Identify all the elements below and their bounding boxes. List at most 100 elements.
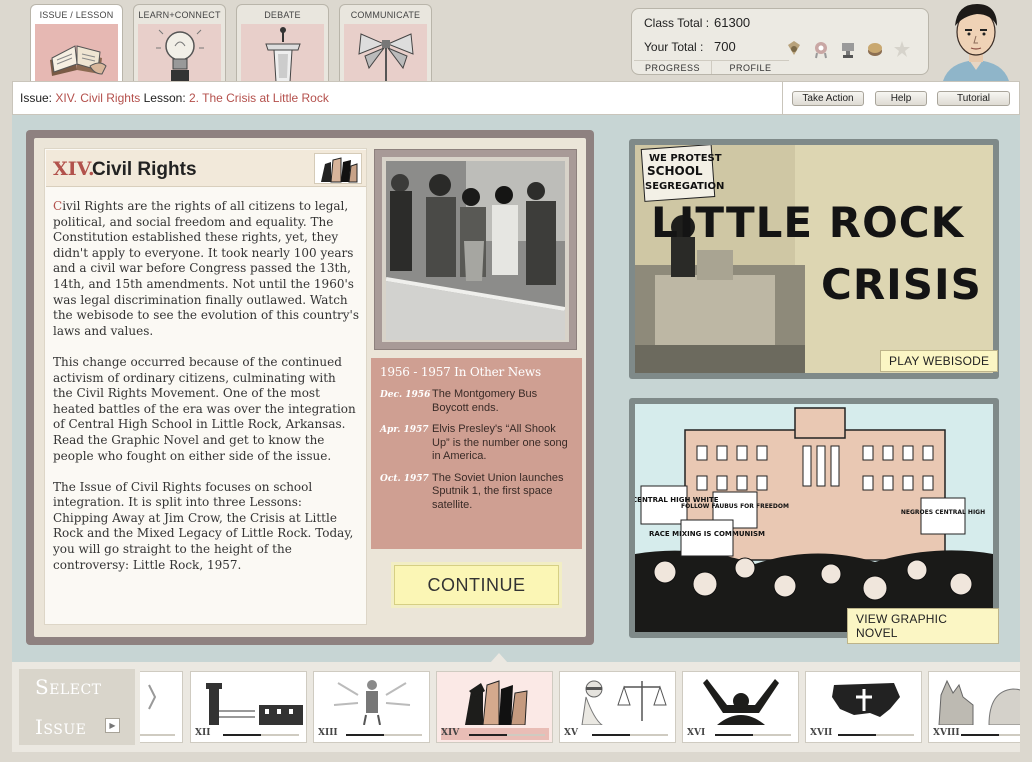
issue-thumb-number: XII bbox=[195, 728, 303, 740]
issue-thumb-xvi[interactable]: XVI bbox=[682, 671, 799, 743]
paragraph-1-text: ivil Rights are the rights of all citize… bbox=[53, 199, 359, 338]
issue-progress-fill bbox=[961, 734, 999, 736]
class-total-value: 61300 bbox=[714, 15, 751, 30]
megaphone-icon bbox=[344, 24, 427, 84]
issue-thumb-number bbox=[140, 728, 179, 740]
webisode-title-line-1: LITTLE ROCK bbox=[651, 198, 965, 247]
issue-number: XVIII bbox=[933, 728, 960, 738]
issue-thumbnails: XII XIII XIV XV XVI XVII XVIII bbox=[140, 671, 1020, 743]
issue-progress bbox=[961, 734, 1020, 736]
medal-icon[interactable] bbox=[784, 39, 804, 59]
issue-thumb-xv[interactable]: XV bbox=[559, 671, 676, 743]
issue-thumb-number: XV bbox=[564, 728, 672, 740]
issue-progress bbox=[346, 734, 422, 736]
issue-card: XIV. Civil Rights Civil Rights are the r… bbox=[26, 130, 594, 645]
continue-button[interactable]: CONTINUE bbox=[394, 565, 559, 605]
news-text: The Soviet Union launches Sputnik 1, the… bbox=[432, 471, 564, 511]
issue-link[interactable]: XIV. Civil Rights bbox=[55, 91, 140, 105]
issue-progress bbox=[838, 734, 914, 736]
issue-progress-fill bbox=[838, 734, 876, 736]
issue-progress bbox=[592, 734, 668, 736]
take-action-button[interactable]: Take Action bbox=[792, 91, 864, 106]
class-total-label: Class Total : bbox=[644, 16, 710, 30]
view-graphic-novel-button[interactable]: VIEW GRAPHIC NOVEL bbox=[847, 608, 999, 644]
issue-number: XVII bbox=[810, 728, 833, 738]
donkey-elephant-icon bbox=[933, 675, 1020, 726]
issue-thumb-number: XVI bbox=[687, 728, 795, 740]
issue-thumb-partial[interactable] bbox=[140, 671, 183, 743]
issue-thumb-xvii[interactable]: XVII bbox=[805, 671, 922, 743]
tab-label: ISSUE / LESSON bbox=[39, 10, 114, 20]
issue-thumb-number: XVIII bbox=[933, 728, 1020, 740]
issue-selector-strip: Select Issue ▶ XII XIII XIV XV XVI XVII … bbox=[12, 653, 1020, 752]
paragraph-2: This change occurred because of the cont… bbox=[53, 354, 356, 463]
issue-progress-fill bbox=[469, 734, 507, 736]
locked-star-icon[interactable] bbox=[892, 39, 912, 59]
tab-label: DEBATE bbox=[264, 10, 301, 20]
issue-text-panel: XIV. Civil Rights Civil Rights are the r… bbox=[44, 148, 367, 625]
us-map-cross-icon bbox=[810, 675, 918, 725]
issue-label: Issue bbox=[35, 715, 87, 739]
issue-number: XVI bbox=[687, 728, 706, 738]
tab-label: COMMUNICATE bbox=[350, 10, 421, 20]
webisode-panel[interactable]: WE PROTEST SCHOOL SEGREGATION LITTLE ROC… bbox=[629, 139, 999, 379]
issue-thumb-xiii[interactable]: XIII bbox=[313, 671, 430, 743]
issue-number: XIII bbox=[318, 728, 338, 738]
book-icon bbox=[35, 24, 118, 84]
select-issue-button[interactable]: Select Issue ▶ bbox=[19, 669, 135, 745]
coin-icon[interactable] bbox=[865, 39, 885, 59]
progress-link[interactable]: PROGRESS bbox=[634, 61, 711, 74]
badges bbox=[784, 39, 912, 59]
issue-progress bbox=[223, 734, 299, 736]
raised-arms-icon bbox=[687, 675, 795, 725]
tab-learn-connect[interactable]: LEARN+CONNECT bbox=[133, 4, 226, 84]
lesson-breadcrumb-bar: Issue: XIV. Civil Rights Lesson: 2. The … bbox=[12, 81, 1020, 115]
drop-cap: C bbox=[53, 199, 63, 213]
help-button[interactable]: Help bbox=[875, 91, 927, 106]
other-news-heading: 1956 - 1957 In Other News bbox=[380, 365, 541, 379]
historic-photo bbox=[374, 149, 577, 350]
news-date: Dec. 1956 bbox=[380, 390, 431, 400]
ribbon-icon[interactable] bbox=[811, 39, 831, 59]
issue-progress bbox=[140, 734, 175, 736]
lightbulb-icon bbox=[138, 24, 221, 84]
raised-fists-icon bbox=[441, 675, 549, 726]
select-label: Select bbox=[35, 675, 102, 699]
tutorial-button[interactable]: Tutorial bbox=[937, 91, 1010, 106]
issue-number: XIV bbox=[441, 728, 460, 738]
tab-communicate[interactable]: COMMUNICATE bbox=[339, 4, 432, 84]
tab-label: LEARN+CONNECT bbox=[138, 10, 221, 20]
webisode-title-line-2: CRISIS bbox=[821, 260, 982, 309]
news-date: Apr. 1957 bbox=[380, 425, 429, 435]
issue-header: XIV. Civil Rights bbox=[46, 150, 366, 187]
play-webisode-button[interactable]: PLAY WEBISODE bbox=[880, 350, 999, 372]
arrow-right-icon[interactable]: ▶ bbox=[105, 718, 120, 733]
news-date: Oct. 1957 bbox=[380, 473, 429, 484]
issue-progress-fill bbox=[346, 734, 384, 736]
sign-line-2: SCHOOL bbox=[647, 164, 703, 178]
issue-thumb-xiv[interactable]: XIV bbox=[436, 671, 553, 743]
issue-thumb-number: XIII bbox=[318, 728, 426, 740]
top-nav-tabs: ISSUE / LESSON LEARN+CONNECT DEBATE COMM… bbox=[30, 4, 432, 84]
list-item: Oct. 1957 The Soviet Union launches Sput… bbox=[380, 472, 573, 513]
paragraph-1: Civil Rights are the rights of all citiz… bbox=[53, 199, 359, 339]
profile-link[interactable]: PROFILE bbox=[711, 61, 789, 74]
score-panel: Class Total : 61300 Your Total : 700 PRO… bbox=[631, 8, 929, 75]
sign-line-1: WE PROTEST bbox=[649, 153, 722, 164]
sign-text: RACE MIXING IS COMMUNISM bbox=[649, 530, 765, 538]
issue-thumb-xii[interactable]: XII bbox=[190, 671, 307, 743]
trophy-icon[interactable] bbox=[838, 39, 858, 59]
issue-label: Issue: bbox=[20, 91, 53, 105]
issue-thumb-xviii[interactable]: XVIII bbox=[928, 671, 1020, 743]
issue-progress-fill bbox=[592, 734, 630, 736]
issue-progress-fill bbox=[715, 734, 753, 736]
main-content: XIV. Civil Rights Civil Rights are the r… bbox=[12, 115, 1020, 662]
graphic-novel-panel[interactable]: KEEP CENTRAL HIGH WHITE FOLLOW FAUBUS FO… bbox=[629, 398, 999, 644]
tab-debate[interactable]: DEBATE bbox=[236, 4, 329, 84]
person-arrows-icon bbox=[318, 675, 426, 726]
list-item: Apr. 1957 Elvis Presley's “All Shook Up”… bbox=[380, 423, 573, 464]
avatar[interactable] bbox=[929, 0, 1024, 81]
lesson-link[interactable]: 2. The Crisis at Little Rock bbox=[189, 91, 329, 105]
tab-issue-lesson[interactable]: ISSUE / LESSON bbox=[30, 4, 123, 84]
your-total: Your Total : 700 bbox=[638, 35, 781, 59]
